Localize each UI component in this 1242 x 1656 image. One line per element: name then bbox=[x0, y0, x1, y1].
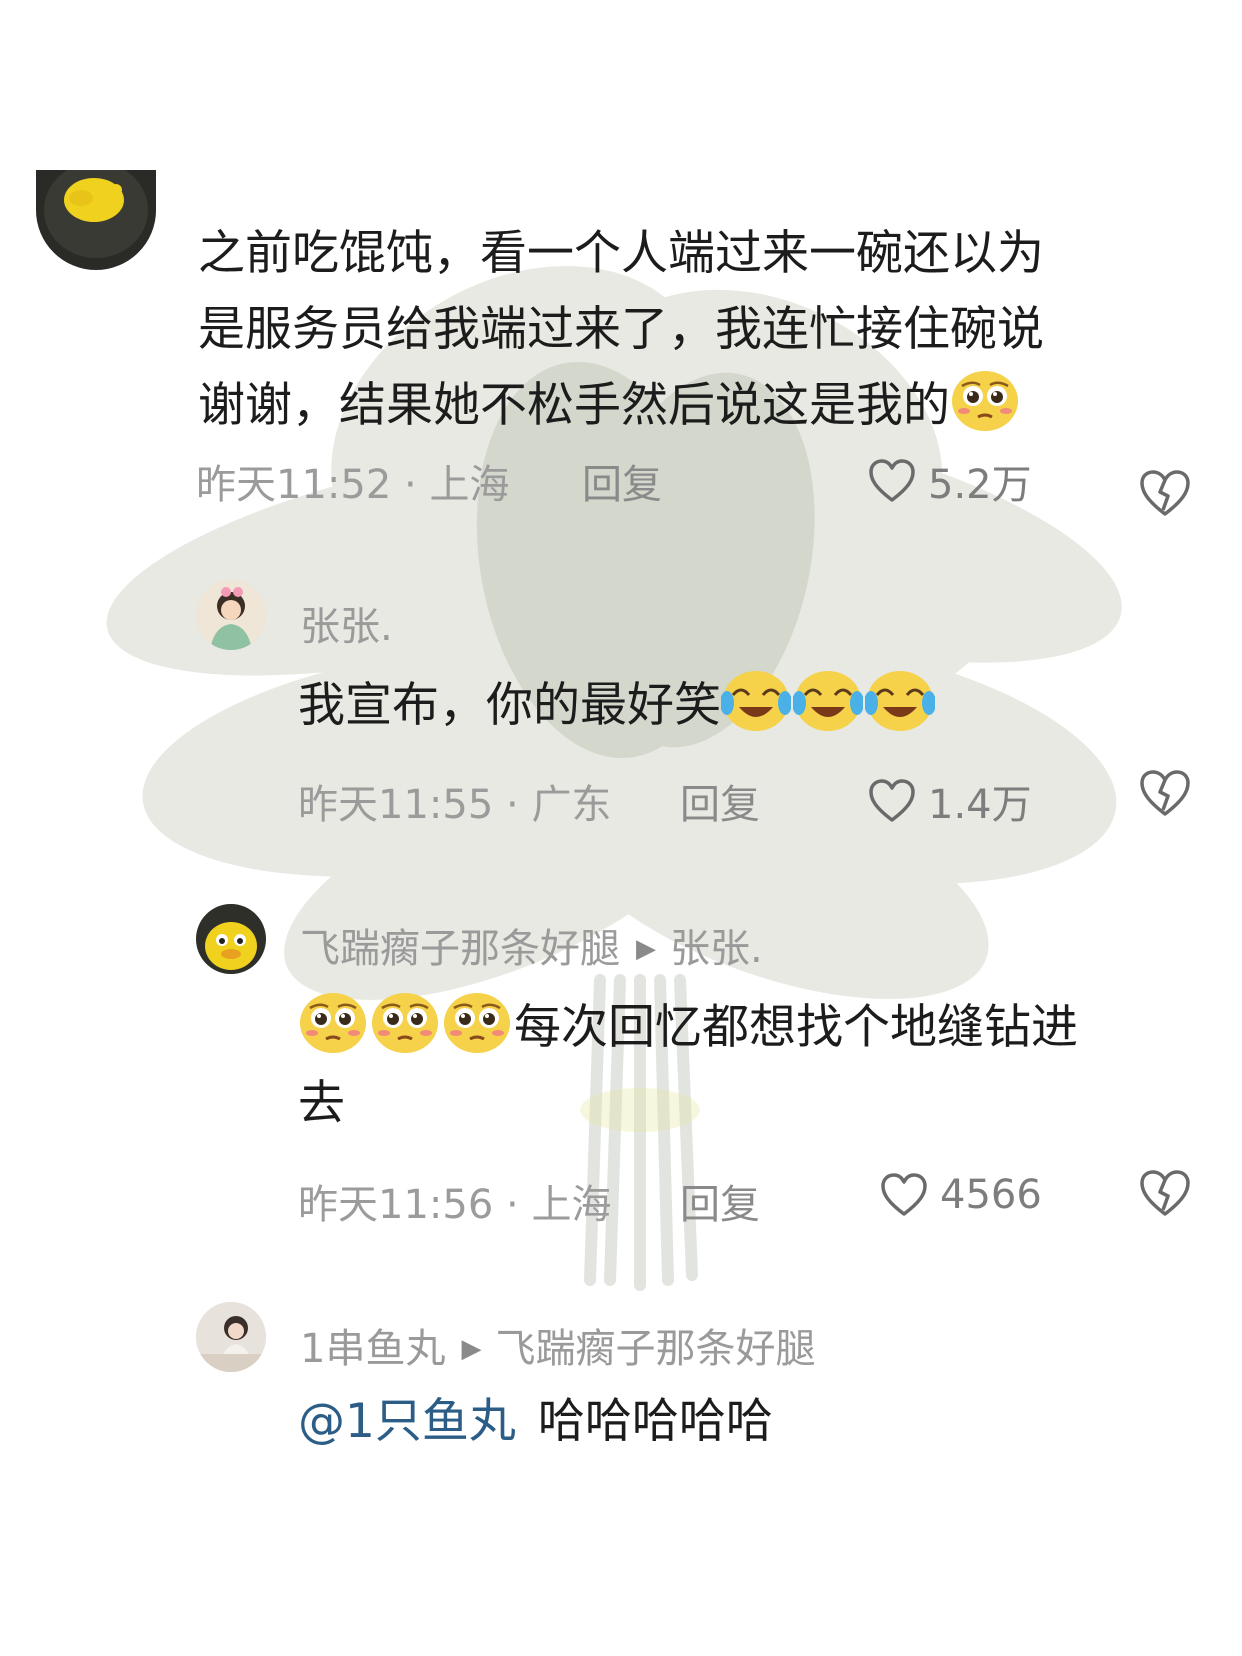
comment-text-line: 每次回忆都想找个地缝钻进 bbox=[298, 990, 1198, 1066]
comment-username-line: 飞踹瘸子那条好腿 ▶ 张张. bbox=[300, 916, 763, 974]
comment-time: 昨天11:56 bbox=[298, 1182, 494, 1228]
play-triangle-icon: ▶ bbox=[461, 1334, 482, 1364]
like-button[interactable]: 5.2万 bbox=[868, 452, 1032, 510]
comment-meta: 昨天11:52 · 上海 bbox=[196, 462, 510, 508]
heart-outline-icon bbox=[881, 1173, 927, 1216]
like-button[interactable]: 1.4万 bbox=[868, 772, 1032, 830]
like-count: 4566 bbox=[940, 1172, 1042, 1218]
comment-meta: 昨天11:56 · 上海 bbox=[298, 1182, 612, 1228]
avatar[interactable] bbox=[196, 580, 266, 650]
comment-text: @1只鱼丸 哈哈哈哈哈 bbox=[298, 1394, 773, 1449]
mention-link[interactable]: @1只鱼丸 bbox=[298, 1394, 516, 1449]
pleading-face-emoji-icon bbox=[370, 991, 440, 1055]
comment-time: 昨天11:52 bbox=[196, 462, 392, 508]
like-button[interactable]: 4566 bbox=[880, 1172, 1042, 1218]
photo-avatar-icon bbox=[196, 1302, 266, 1372]
comment-list: 之前吃馄饨，看一个人端过来一碗还以为 是服务员给我端过来了，我连忙接住碗说 谢谢… bbox=[0, 0, 1242, 1656]
comment-text-line: 是服务员给我端过来了，我连忙接住碗说 bbox=[198, 302, 1044, 357]
comment-text-line: 谢谢，结果她不松手然后说这是我的 bbox=[198, 368, 1198, 444]
comment-text-line: 之前吃馄饨，看一个人端过来一碗还以为 bbox=[198, 226, 1044, 281]
duck-avatar-icon bbox=[196, 904, 266, 974]
comment-location: 广东 bbox=[531, 782, 612, 828]
reply-button[interactable]: 回复 bbox=[680, 1172, 760, 1230]
reply-to-username[interactable]: 飞踹瘸子那条好腿 bbox=[495, 1326, 815, 1372]
comment-time: 昨天11:55 bbox=[298, 782, 494, 828]
comment-username[interactable]: 1串鱼丸 bbox=[300, 1326, 445, 1372]
comment-location: 上海 bbox=[531, 1182, 612, 1228]
duck-avatar-icon bbox=[36, 170, 156, 270]
avatar[interactable] bbox=[36, 170, 156, 270]
pleading-face-emoji-icon bbox=[950, 369, 1020, 433]
broken-heart-icon[interactable] bbox=[1138, 1168, 1192, 1218]
pleading-face-emoji-icon bbox=[442, 991, 512, 1055]
heart-outline-icon bbox=[869, 459, 915, 502]
reply-button[interactable]: 回复 bbox=[680, 772, 760, 830]
comment-text: 之前吃馄饨，看一个人端过来一碗还以为 是服务员给我端过来了，我连忙接住碗说 谢谢… bbox=[198, 216, 1198, 444]
tears-of-joy-emoji-icon bbox=[865, 669, 935, 733]
like-count: 1.4万 bbox=[928, 782, 1032, 828]
comment-text: 每次回忆都想找个地缝钻进 去 bbox=[298, 990, 1198, 1142]
comment-text: 我宣布，你的最好笑 bbox=[298, 668, 937, 744]
comment-text-line: 去 bbox=[298, 1076, 345, 1131]
reply-to-username[interactable]: 张张. bbox=[670, 926, 763, 972]
avatar[interactable] bbox=[196, 1302, 266, 1372]
girl-avatar-icon bbox=[196, 580, 266, 650]
tears-of-joy-emoji-icon bbox=[793, 669, 863, 733]
avatar[interactable] bbox=[196, 904, 266, 974]
comment-username[interactable]: 飞踹瘸子那条好腿 bbox=[300, 926, 620, 972]
heart-outline-icon bbox=[869, 779, 915, 822]
broken-heart-icon[interactable] bbox=[1138, 768, 1192, 818]
comment-username[interactable]: 张张. bbox=[300, 594, 393, 652]
comment-meta: 昨天11:55 · 广东 bbox=[298, 782, 612, 828]
like-count: 5.2万 bbox=[928, 462, 1032, 508]
broken-heart-icon[interactable] bbox=[1138, 468, 1192, 518]
reply-button[interactable]: 回复 bbox=[582, 452, 662, 510]
tears-of-joy-emoji-icon bbox=[721, 669, 791, 733]
pleading-face-emoji-icon bbox=[298, 991, 368, 1055]
play-triangle-icon: ▶ bbox=[636, 934, 656, 964]
comment-username-line: 1串鱼丸 ▶ 飞踹瘸子那条好腿 bbox=[300, 1316, 815, 1374]
comment-location: 上海 bbox=[429, 462, 510, 508]
